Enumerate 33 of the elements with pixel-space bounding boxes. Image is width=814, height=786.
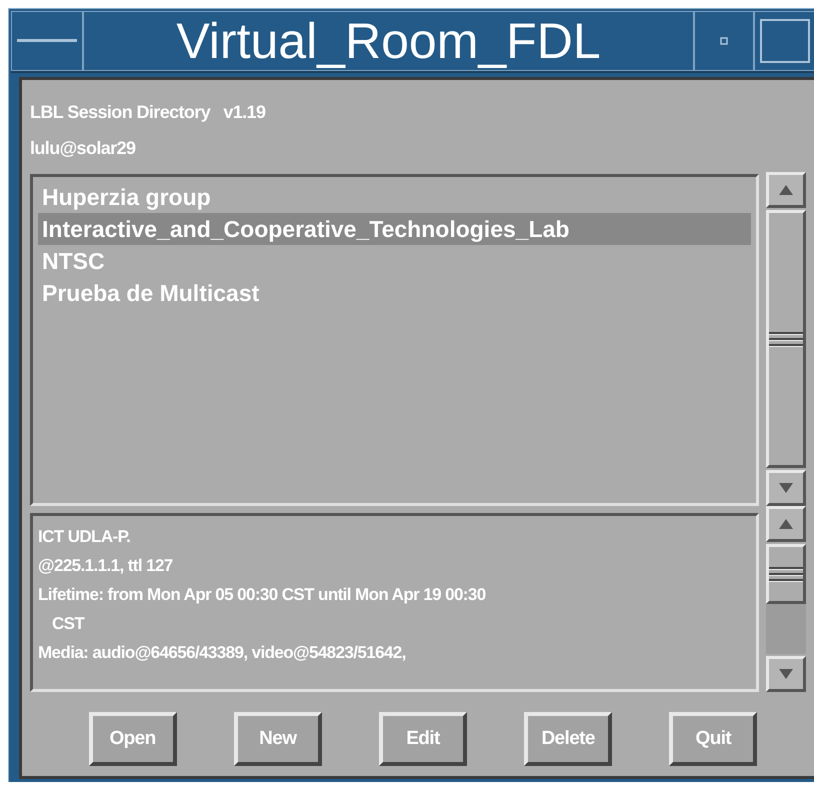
detail-line: Lifetime: from Mon Apr 05 00:30 CST until Mon Apr 19 00:30 — [38, 584, 487, 606]
session-item[interactable]: Prueba de Multicast — [38, 277, 751, 309]
user-label: lulu@solar29 — [30, 137, 136, 160]
action-button[interactable]: New — [234, 712, 322, 766]
action-button[interactable]: Open — [88, 712, 177, 766]
up-arrow-icon — [778, 184, 794, 196]
app-version-label: LBL Session Directory v1.19 — [30, 101, 266, 124]
down-arrow-icon — [778, 482, 794, 494]
action-button[interactable]: Edit — [378, 712, 467, 766]
detail-line: @225.1.1.1, ttl 127 — [38, 555, 174, 577]
up-arrow-icon — [778, 518, 794, 530]
scroll-down-button[interactable] — [766, 656, 806, 692]
detail-line: ICT UDLA-P. — [38, 526, 132, 548]
detail-line: CST — [51, 613, 86, 635]
window-menu-button[interactable] — [11, 11, 83, 71]
action-button[interactable]: Quit — [669, 712, 758, 766]
scroll-thumb[interactable] — [766, 544, 806, 604]
scroll-down-button[interactable] — [766, 470, 806, 506]
minimize-button[interactable] — [694, 11, 754, 71]
window-title: Virtual_Room_FDL — [176, 12, 601, 70]
maximize-icon — [760, 19, 810, 63]
session-item[interactable]: Interactive_and_Cooperative_Technologies_Lab — [38, 213, 751, 245]
action-button[interactable]: Delete — [524, 712, 612, 766]
scroll-thumb[interactable] — [766, 210, 806, 468]
menu-bar-icon — [17, 38, 77, 44]
scroll-up-button[interactable] — [766, 506, 806, 542]
detail-line: Media: audio@64656/43389, video@54823/51642, — [38, 642, 407, 664]
minimize-icon — [720, 37, 728, 45]
session-item[interactable]: NTSC — [38, 245, 751, 277]
maximize-button[interactable] — [754, 11, 814, 71]
down-arrow-icon — [778, 668, 794, 680]
scroll-up-button[interactable] — [766, 172, 806, 208]
session-item[interactable]: Huperzia group — [38, 181, 751, 213]
